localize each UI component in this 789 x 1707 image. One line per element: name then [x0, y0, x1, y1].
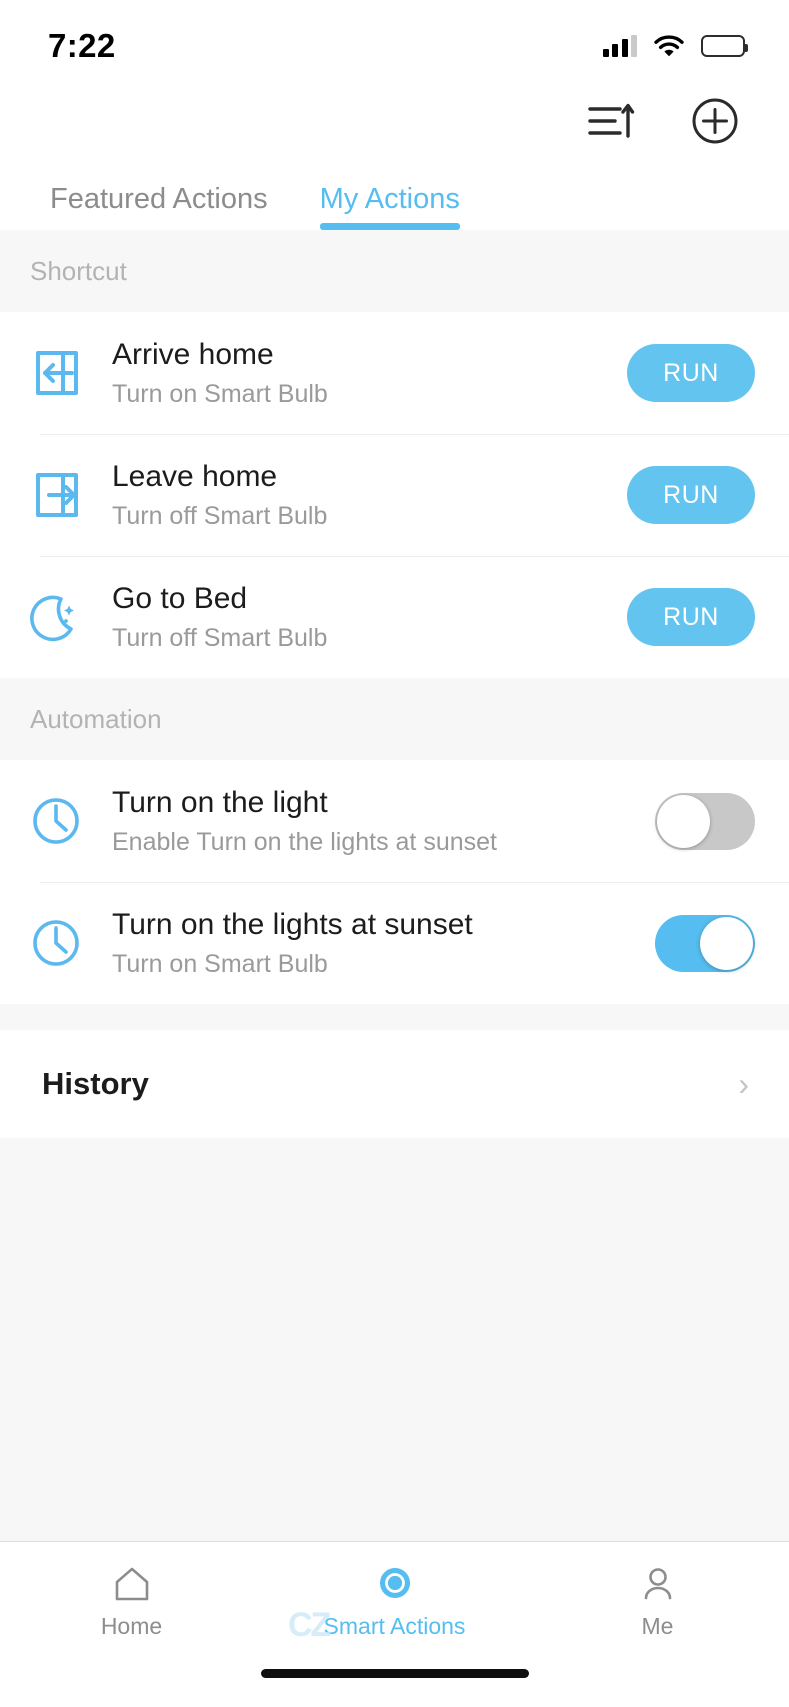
- status-bar-icons: [602, 35, 748, 57]
- tab-my-actions[interactable]: My Actions: [319, 183, 460, 230]
- battery-full-icon: [701, 35, 748, 57]
- bottom-navigation: Home Smart Actions Me CZ: [0, 1541, 789, 1661]
- list-item-subtitle: Turn on Smart Bulb: [112, 949, 328, 978]
- run-button[interactable]: RUN: [627, 466, 755, 524]
- nav-item-me[interactable]: Me: [526, 1564, 789, 1640]
- list-item-text: Turn on the light Enable Turn on the lig…: [112, 786, 655, 856]
- list-item-title: Turn on the lights at sunset: [112, 908, 473, 942]
- status-bar: 7:22: [0, 0, 789, 82]
- list-item[interactable]: Turn on the lights at sunset Turn on Sma…: [0, 882, 789, 1004]
- smart-actions-circle-icon: [379, 1567, 410, 1598]
- list-item-title: Arrive home: [112, 338, 274, 372]
- list-item-text: Turn on the lights at sunset Turn on Sma…: [112, 908, 655, 978]
- run-button[interactable]: RUN: [627, 588, 755, 646]
- nav-item-me-label: Me: [641, 1612, 674, 1639]
- list-item-subtitle: Enable Turn on the lights at sunset: [112, 827, 497, 856]
- list-item[interactable]: Go to Bed Turn off Smart Bulb RUN: [0, 556, 789, 678]
- empty-area: [0, 1138, 789, 1541]
- list-item-text: Arrive home Turn on Smart Bulb: [112, 338, 627, 408]
- wifi-icon: [654, 35, 684, 57]
- chevron-right-icon: ›: [738, 1066, 749, 1102]
- list-item-title: Go to Bed: [112, 582, 248, 616]
- list-item[interactable]: Leave home Turn off Smart Bulb RUN: [0, 434, 789, 556]
- tab-my-actions-label: My Actions: [319, 183, 460, 215]
- automation-group: Turn on the light Enable Turn on the lig…: [0, 760, 789, 1004]
- history-label: History: [42, 1066, 149, 1101]
- tab-bar: Featured Actions My Actions: [0, 160, 789, 230]
- add-circle-icon[interactable]: [689, 95, 741, 147]
- clock-icon: [0, 793, 112, 849]
- home-indicator-bar: [260, 1669, 529, 1678]
- tab-featured-actions-label: Featured Actions: [50, 183, 268, 215]
- list-item[interactable]: Turn on the light Enable Turn on the lig…: [0, 760, 789, 882]
- history-row[interactable]: History ›: [0, 1030, 789, 1138]
- app-bar: [0, 82, 789, 160]
- nav-item-smart-actions-label: Smart Actions: [323, 1612, 466, 1639]
- status-bar-time: 7:22: [48, 27, 116, 64]
- list-item-text: Leave home Turn off Smart Bulb: [112, 460, 627, 530]
- sort-list-icon[interactable]: [585, 95, 637, 147]
- list-item-subtitle: Turn off Smart Bulb: [112, 501, 328, 530]
- actions-list: Shortcut Arrive home Turn on Smart Bulb …: [0, 230, 789, 1541]
- moon-star-icon: [0, 589, 112, 645]
- home-icon: [115, 1567, 148, 1600]
- section-header-shortcut: Shortcut: [0, 230, 789, 312]
- nav-item-home[interactable]: Home: [0, 1564, 263, 1640]
- cellular-signal-icon: [602, 35, 637, 57]
- tab-featured-actions[interactable]: Featured Actions: [50, 183, 268, 230]
- toggle-knob: [700, 916, 753, 970]
- tab-active-indicator: [319, 223, 460, 230]
- person-icon: [644, 1567, 671, 1599]
- list-item-text: Go to Bed Turn off Smart Bulb: [112, 582, 627, 652]
- list-item-title: Turn on the light: [112, 786, 328, 820]
- logout-arrow-icon: [0, 467, 112, 523]
- list-item-title: Leave home: [112, 460, 278, 494]
- list-item[interactable]: Arrive home Turn on Smart Bulb RUN: [0, 312, 789, 434]
- login-arrow-icon: [0, 345, 112, 401]
- automation-toggle[interactable]: [655, 792, 755, 850]
- home-indicator: [0, 1661, 789, 1707]
- automation-toggle[interactable]: [655, 914, 755, 972]
- section-header-automation: Automation: [0, 678, 789, 760]
- shortcut-group: Arrive home Turn on Smart Bulb RUN Leave…: [0, 312, 789, 678]
- app-screen: 7:22 Featured Actions My Actions Shortcu…: [0, 0, 789, 1707]
- nav-item-smart-actions[interactable]: Smart Actions: [263, 1564, 526, 1640]
- section-spacer: [0, 1004, 789, 1030]
- list-item-subtitle: Turn off Smart Bulb: [112, 623, 328, 652]
- run-button[interactable]: RUN: [627, 344, 755, 402]
- clock-icon: [0, 915, 112, 971]
- toggle-knob: [657, 794, 710, 848]
- list-item-subtitle: Turn on Smart Bulb: [112, 379, 328, 408]
- nav-item-home-label: Home: [100, 1612, 163, 1639]
